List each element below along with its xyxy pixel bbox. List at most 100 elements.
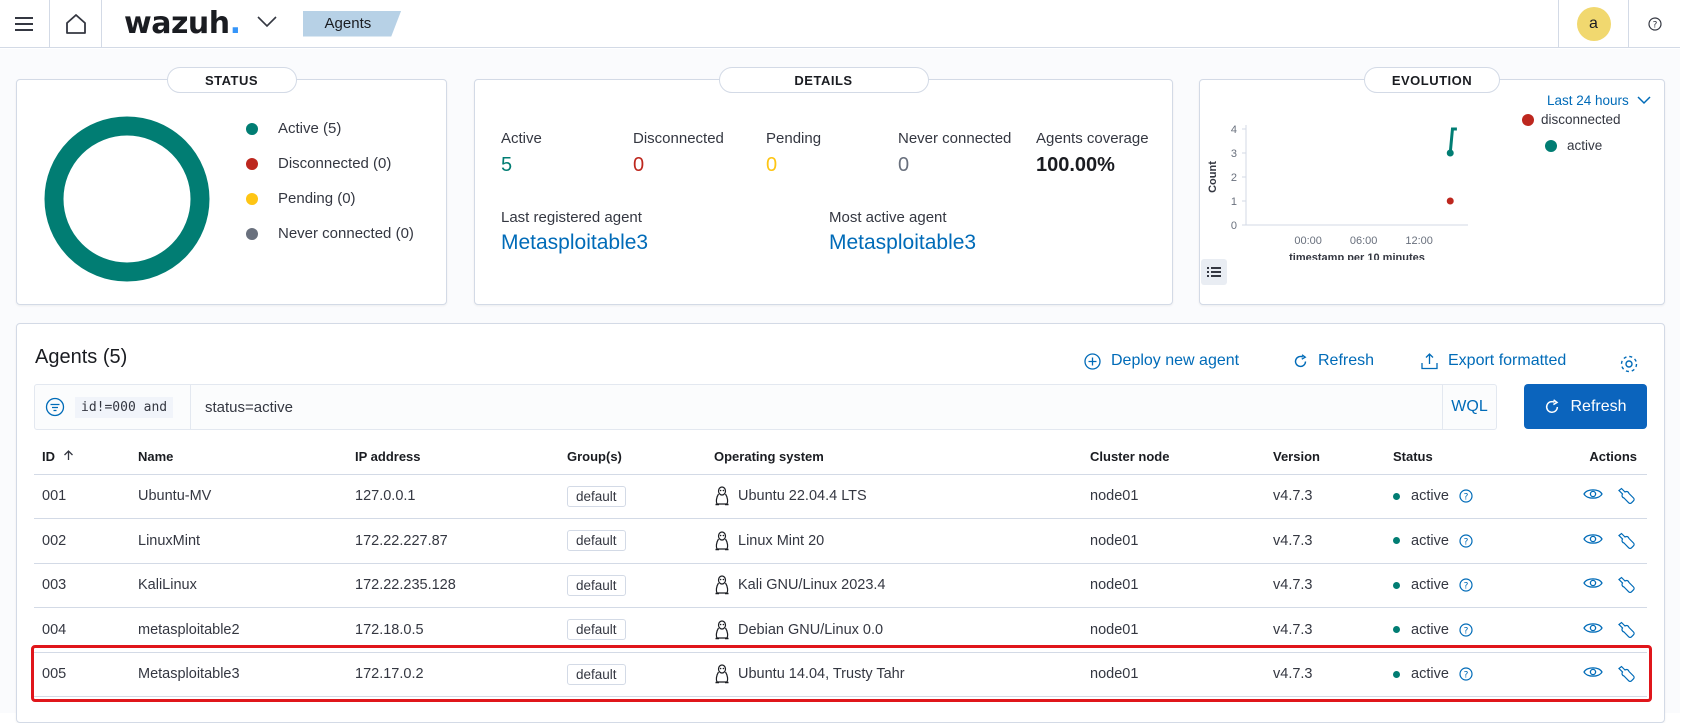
time-range-label: Last 24 hours: [1547, 93, 1629, 108]
stat-pending-value[interactable]: 0: [766, 154, 777, 177]
wrench-icon[interactable]: [1617, 576, 1635, 594]
table-header-row: ID Name IP address Group(s) Operating sy…: [34, 440, 1647, 475]
eye-icon[interactable]: [1583, 532, 1603, 546]
home-button[interactable]: [50, 0, 102, 48]
app-menu-dropdown[interactable]: [256, 15, 277, 33]
refresh-button[interactable]: Refresh: [1524, 384, 1647, 429]
agent-os: Debian GNU/Linux 0.0: [738, 621, 884, 638]
agent-actions-cell: [1555, 518, 1647, 564]
agent-cluster-node: node01: [1082, 474, 1265, 519]
column-header-cluster-node[interactable]: Cluster node: [1082, 440, 1265, 475]
pending-dot: [246, 192, 258, 205]
wql-button[interactable]: WQL: [1442, 385, 1496, 429]
stat-pending-label: Pending: [766, 130, 822, 147]
details-panel: DETAILS Active 5 Disconnected 0 Pending …: [474, 67, 1173, 305]
agent-id: 003: [34, 563, 130, 608]
eye-icon[interactable]: [1583, 487, 1603, 501]
export-icon: [1421, 352, 1438, 369]
agent-os: Kali GNU/Linux 2023.4: [738, 577, 886, 594]
refresh-link[interactable]: Refresh: [1293, 352, 1374, 370]
stat-never-connected-value[interactable]: 0: [898, 154, 909, 177]
legend-disconnected[interactable]: Disconnected (0): [246, 155, 391, 172]
status-donut-chart: [44, 116, 210, 282]
x-tick-label: 12:00: [1405, 235, 1433, 247]
column-header-status[interactable]: Status: [1385, 440, 1555, 475]
svg-text:?: ?: [1464, 626, 1469, 636]
table-settings-button[interactable]: [1619, 354, 1639, 379]
menu-toggle-button[interactable]: [0, 0, 50, 48]
y-tick-label: 0: [1231, 220, 1237, 232]
agent-ip: 172.22.235.128: [347, 563, 559, 608]
group-badge[interactable]: default: [567, 619, 626, 641]
wrench-icon[interactable]: [1617, 487, 1635, 505]
svg-text:?: ?: [1464, 582, 1469, 592]
column-header-id[interactable]: ID: [34, 440, 130, 475]
refresh-link-label: Refresh: [1318, 352, 1375, 369]
column-header-name[interactable]: Name: [130, 440, 347, 475]
help-button[interactable]: ?: [1628, 0, 1680, 48]
linux-icon: [715, 575, 729, 595]
most-active-agent-link[interactable]: Metasploitable3: [829, 231, 976, 255]
question-circle-icon[interactable]: ?: [1459, 534, 1473, 548]
column-header-os[interactable]: Operating system: [706, 440, 1082, 475]
group-badge[interactable]: default: [567, 485, 626, 507]
wrench-icon[interactable]: [1617, 532, 1635, 550]
column-id-label: ID: [42, 449, 55, 465]
agent-cluster-node: node01: [1082, 563, 1265, 608]
filter-button[interactable]: id!=000 and: [35, 385, 191, 429]
agent-name: Ubuntu-MV: [130, 474, 347, 519]
table-row[interactable]: 003 KaliLinux 172.22.235.128 default Kal…: [34, 563, 1647, 608]
table-row[interactable]: 001 Ubuntu-MV 127.0.0.1 default Ubuntu 2…: [34, 474, 1647, 519]
question-circle-icon[interactable]: ?: [1459, 489, 1473, 503]
agent-version: v4.7.3: [1265, 563, 1385, 608]
stat-disconnected-value[interactable]: 0: [633, 154, 644, 177]
evolution-legend-disconnected[interactable]: disconnected: [1522, 112, 1621, 127]
legend-never-connected[interactable]: Never connected (0): [246, 225, 414, 242]
question-circle-icon[interactable]: ?: [1459, 578, 1473, 592]
group-badge[interactable]: default: [567, 574, 626, 596]
stat-never-connected-label: Never connected: [898, 130, 1012, 147]
legend-active[interactable]: Active (5): [246, 120, 341, 137]
breadcrumb-agents[interactable]: Agents: [303, 11, 402, 37]
agent-status: active: [1411, 488, 1449, 505]
stat-active-value[interactable]: 5: [501, 154, 512, 177]
user-menu[interactable]: a: [1558, 0, 1628, 48]
eye-icon[interactable]: [1583, 621, 1603, 635]
wazuh-logo[interactable]: wazuh.: [124, 6, 241, 41]
table-row[interactable]: 002 LinuxMint 172.22.227.87 default Linu…: [34, 518, 1647, 564]
search-bar: id!=000 and status=active WQL: [34, 384, 1497, 430]
evolution-legend-active[interactable]: active: [1545, 138, 1602, 153]
status-dot: [1393, 581, 1400, 589]
agent-ip: 127.0.0.1: [347, 474, 559, 519]
help-icon: ?: [1647, 16, 1662, 31]
last-registered-agent-link[interactable]: Metasploitable3: [501, 231, 648, 255]
never-connected-dot: [246, 227, 258, 240]
x-axis-label: timestamp per 10 minutes: [1289, 252, 1425, 260]
agent-os-cell: Ubuntu 22.04.4 LTS: [706, 474, 1082, 519]
eye-icon[interactable]: [1583, 576, 1603, 590]
chart-legend-toggle-button[interactable]: [1201, 259, 1227, 285]
time-range-selector[interactable]: Last 24 hours: [1547, 93, 1651, 108]
export-formatted-label: Export formatted: [1448, 352, 1567, 369]
logo-text: wazuh: [124, 6, 230, 41]
legend-pending[interactable]: Pending (0): [246, 190, 356, 207]
column-header-groups[interactable]: Group(s): [559, 440, 706, 475]
last-registered-label: Last registered agent: [501, 209, 642, 226]
highlight-box: [31, 645, 1652, 702]
question-circle-icon[interactable]: ?: [1459, 623, 1473, 637]
group-badge[interactable]: default: [567, 530, 626, 552]
column-header-ip[interactable]: IP address: [347, 440, 559, 475]
wrench-icon[interactable]: [1617, 621, 1635, 639]
avatar[interactable]: a: [1576, 6, 1611, 41]
export-formatted-link[interactable]: Export formatted: [1421, 352, 1566, 370]
agent-actions-cell: [1555, 474, 1647, 519]
column-header-version[interactable]: Version: [1265, 440, 1385, 475]
chevron-down-icon: [1637, 96, 1651, 105]
agent-os: Ubuntu 22.04.4 LTS: [738, 488, 867, 505]
status-panel-title: STATUS: [166, 67, 297, 93]
search-input[interactable]: status=active: [205, 399, 293, 416]
stat-coverage-value: 100.00%: [1036, 154, 1115, 176]
agent-ip: 172.22.227.87: [347, 518, 559, 564]
deploy-new-agent-link[interactable]: Deploy new agent: [1084, 352, 1239, 370]
legend-active-label: Active (5): [278, 120, 342, 137]
